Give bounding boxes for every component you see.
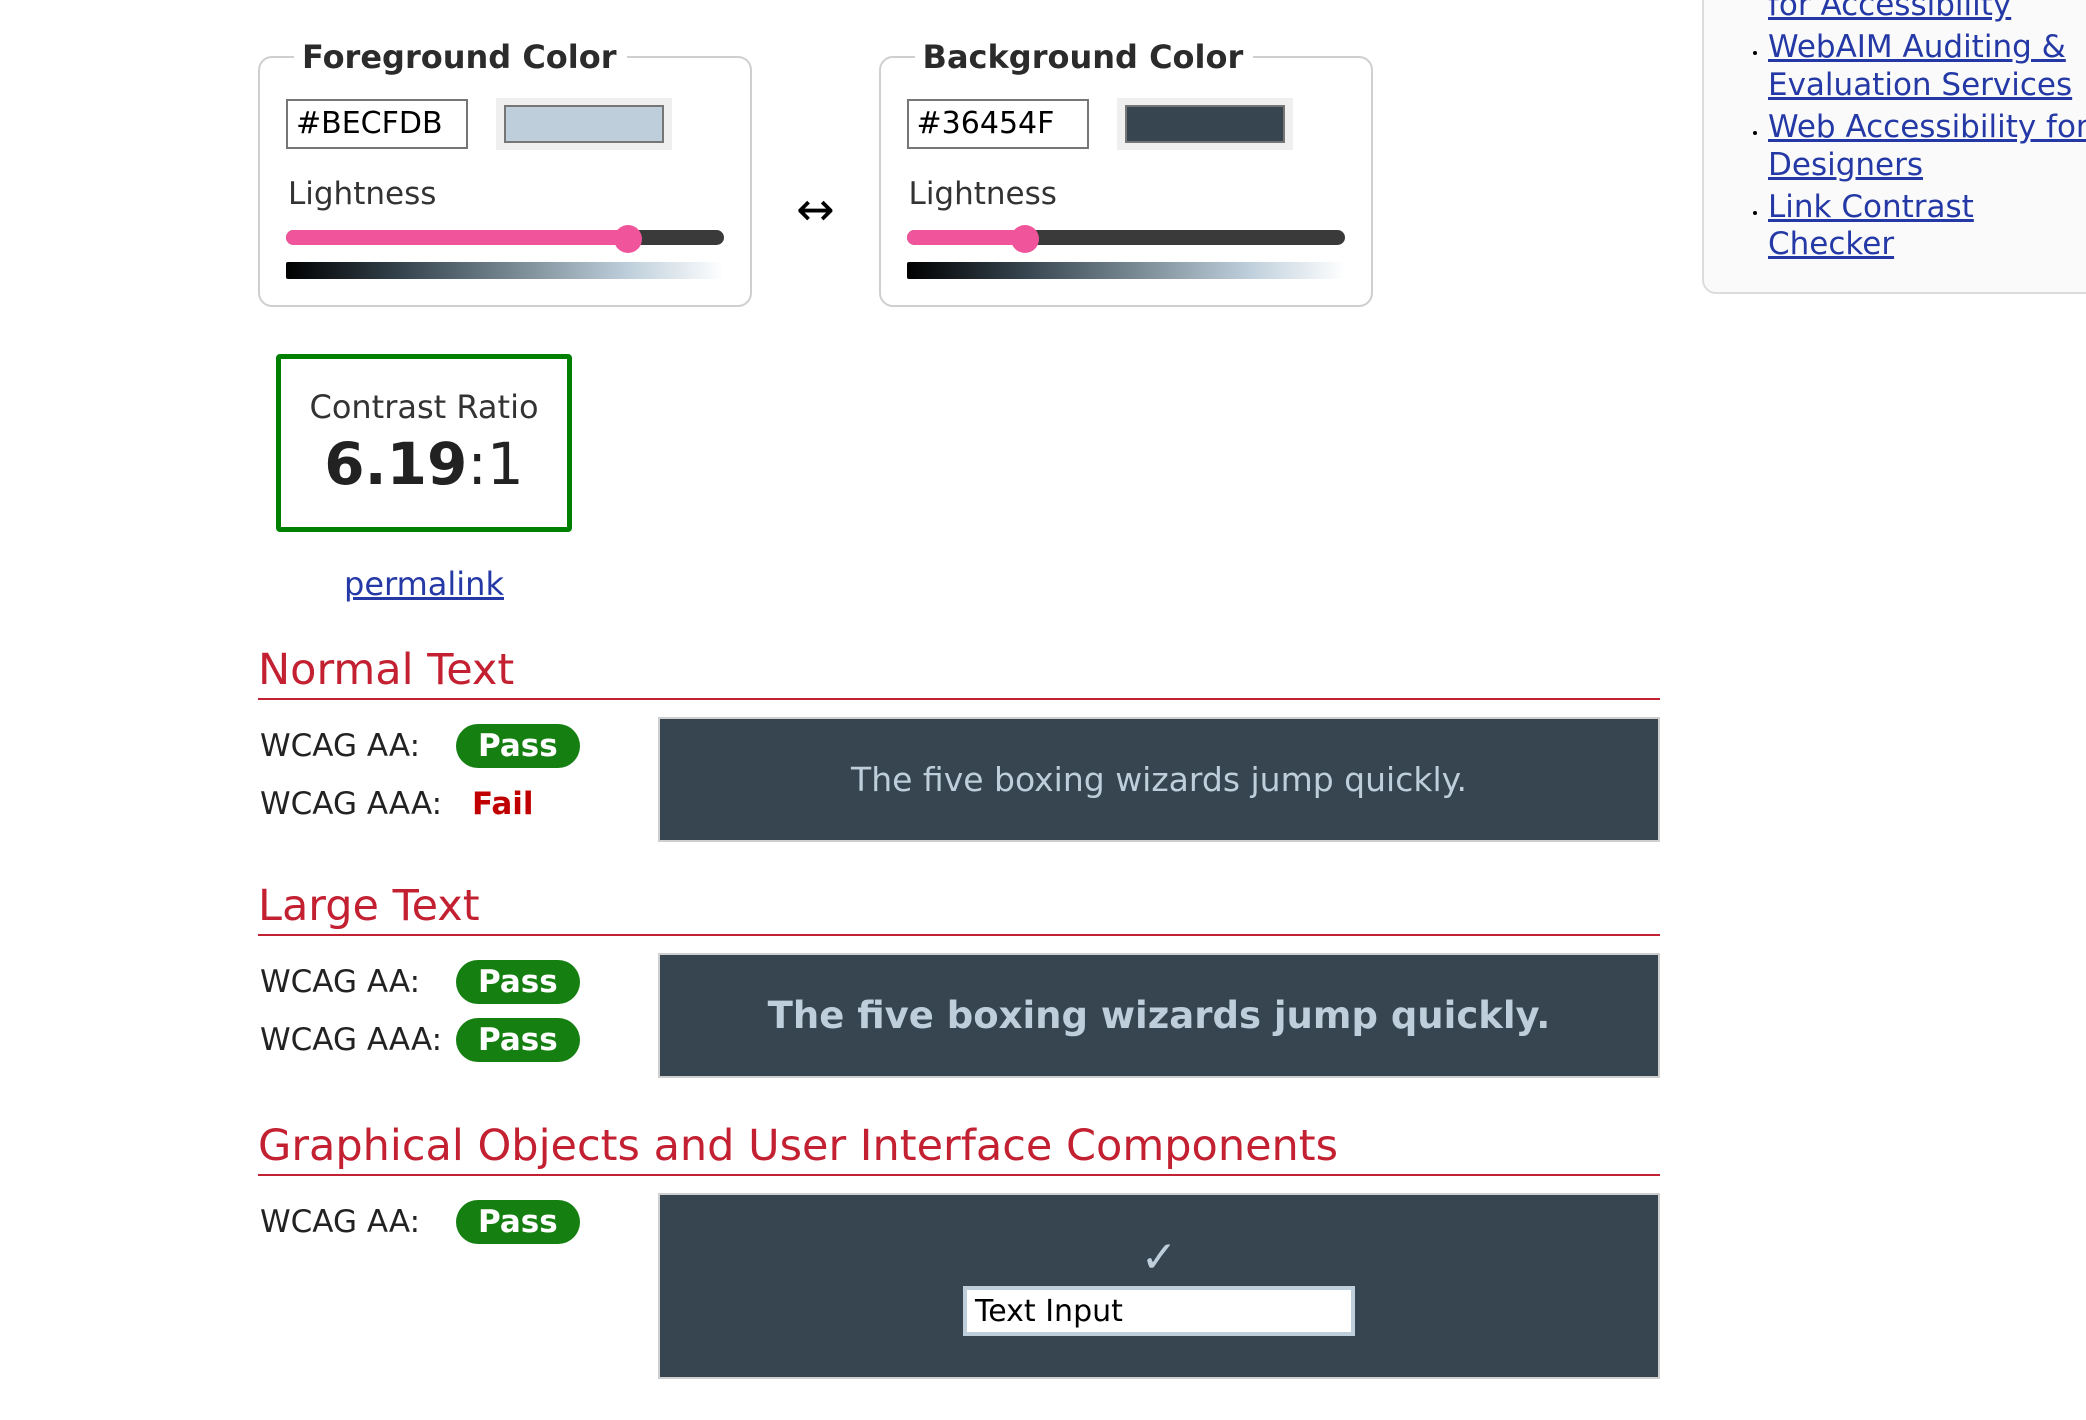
sidebar-link-webaim-auditing[interactable]: WebAIM Auditing & Evaluation Services [1768,29,2072,103]
swap-colors-icon[interactable]: ↔ [796,186,835,232]
background-hex-input[interactable]: #36454F [906,99,1089,149]
background-color-swatch[interactable] [1124,105,1285,143]
status-badge: Fail [472,786,534,823]
contrast-ratio-number: 6.19 [324,430,468,498]
criterion-label: WCAG AA: [260,728,421,765]
slider-fill [906,230,1025,245]
background-lightness-label: Lightness [908,176,1057,212]
criteria-list: WCAG AA: Pass [258,1193,658,1379]
status-badge: Pass [456,724,580,769]
background-legend: Background Color [922,38,1244,76]
foreground-legend: Foreground Color [302,38,617,76]
large-text-preview: The five boxing wizards jump quickly. [658,953,1660,1079]
section-normal-text: Normal Text WCAG AA: Pass WCAG AAA: Fail… [258,647,1660,843]
criterion-row: WCAG AA: Pass [260,717,658,775]
background-swatch-wrapper [1116,98,1293,150]
foreground-color-panel: Foreground Color #BECFDB Lightness [258,38,752,307]
criterion-row: WCAG AA: Pass [260,953,658,1011]
section-body: WCAG AA: Pass WCAG AAA: Pass The five bo… [258,953,1660,1079]
related-links-list: Accessibility Quick Reference: Testing W… [1728,0,2086,264]
sidebar-link-link-contrast-checker[interactable]: Link Contrast Checker [1768,189,1974,263]
section-heading: Normal Text [258,647,1660,701]
status-badge: Pass [456,1018,580,1063]
section-graphical-objects: Graphical Objects and User Interface Com… [258,1123,1660,1380]
slider-thumb[interactable] [1010,225,1039,253]
contrast-ratio-box: Contrast Ratio 6.19:1 [276,354,572,532]
criterion-row: WCAG AAA: Pass [260,1011,658,1069]
list-item: Web Accessibility for Designers [1768,109,2086,185]
background-color-panel: Background Color #36454F Lightness [878,38,1373,307]
permalink-link[interactable]: permalink [276,565,572,603]
contrast-checker-page: Foreground Color #BECFDB Lightness ↔ Bac… [0,0,2086,1420]
demo-text-input[interactable]: Text Input [963,1286,1355,1337]
foreground-lightness-label: Lightness [288,176,437,212]
background-hex-row: #36454F [906,98,1345,150]
criterion-label: WCAG AAA: [260,786,443,823]
criterion-label: WCAG AA: [260,1204,421,1241]
foreground-lightness-slider[interactable] [286,225,724,253]
contrast-ratio-suffix: :1 [467,430,524,498]
sidebar-link-web-accessibility-designers[interactable]: Web Accessibility for Designers [1768,109,2086,183]
background-lightness-slider[interactable] [906,225,1345,253]
slider-thumb[interactable] [613,225,642,253]
background-lightness-gradient [906,262,1345,279]
foreground-lightness-gradient [286,262,724,279]
criterion-label: WCAG AA: [260,964,421,1001]
section-heading: Graphical Objects and User Interface Com… [258,1123,1660,1177]
list-item: Link Contrast Checker [1768,189,2086,265]
criterion-row: WCAG AAA: Fail [260,775,658,833]
sidebar-link-quick-reference[interactable]: Quick Reference: Testing Web Content for… [1768,0,2086,23]
related-links-sidebar: Accessibility Quick Reference: Testing W… [1702,0,2086,295]
criteria-list: WCAG AA: Pass WCAG AAA: Fail [258,717,658,842]
criterion-row: WCAG AA: Pass [260,1193,658,1251]
list-item: Quick Reference: Testing Web Content for… [1768,0,2086,25]
list-item: WebAIM Auditing & Evaluation Services [1768,29,2086,105]
foreground-hex-row: #BECFDB [286,98,724,150]
slider-fill [286,230,628,245]
color-picker-panels: Foreground Color #BECFDB Lightness ↔ Bac… [258,38,1373,307]
status-badge: Pass [456,960,580,1005]
normal-text-preview: The five boxing wizards jump quickly. [658,717,1660,843]
section-large-text: Large Text WCAG AA: Pass WCAG AAA: Pass … [258,883,1660,1079]
graphical-objects-preview: ✓ Text Input [658,1193,1660,1380]
foreground-hex-input[interactable]: #BECFDB [286,99,468,149]
contrast-ratio-label: Contrast Ratio [309,388,539,426]
section-body: WCAG AA: Pass ✓ Text Input [258,1193,1660,1380]
foreground-color-swatch[interactable] [504,105,664,143]
criteria-list: WCAG AA: Pass WCAG AAA: Pass [258,953,658,1078]
foreground-swatch-wrapper [496,98,672,150]
contrast-ratio-value: 6.19:1 [324,430,524,498]
status-badge: Pass [456,1200,580,1245]
section-heading: Large Text [258,883,1660,937]
criterion-label: WCAG AAA: [260,1022,443,1059]
check-icon: ✓ [1140,1232,1178,1284]
section-body: WCAG AA: Pass WCAG AAA: Fail The five bo… [258,717,1660,843]
